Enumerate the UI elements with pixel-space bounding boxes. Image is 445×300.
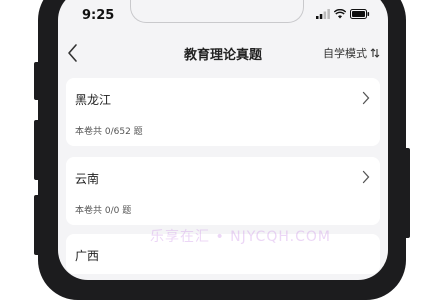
signal-icon <box>316 9 330 19</box>
nav-bar: 教育理论真题 自学模式 <box>58 38 388 68</box>
mode-toggle-button[interactable]: 自学模式 <box>323 45 380 61</box>
list-item[interactable]: 云南 本卷共 0/0 题 <box>66 157 380 225</box>
phone-side-button <box>34 62 40 100</box>
status-icons <box>316 9 370 19</box>
phone-side-button <box>34 195 40 255</box>
mode-label: 自学模式 <box>323 47 367 60</box>
card-title: 黑龙江 <box>75 93 112 107</box>
phone-side-button <box>404 148 410 238</box>
phone-side-button <box>34 120 40 180</box>
question-count: 本卷共 0/0 题 <box>75 206 132 216</box>
list-item[interactable]: 黑龙江 本卷共 0/652 题 <box>66 78 380 146</box>
question-count: 本卷共 0/652 题 <box>75 127 143 137</box>
battery-icon <box>350 9 370 19</box>
phone-screen: 9:25 教育理论真题 自学模式 黑龙江 本卷共 0/652 题 云南 本卷共 … <box>58 0 388 280</box>
notch <box>130 0 304 23</box>
sort-icon <box>370 48 380 58</box>
wifi-icon <box>334 9 346 19</box>
chevron-right-icon <box>362 170 370 184</box>
watermark: 乐享在汇 • NJYCQH.COM <box>150 229 331 245</box>
card-title: 云南 <box>75 172 100 186</box>
status-time: 9:25 <box>82 8 115 23</box>
chevron-right-icon <box>362 91 370 105</box>
